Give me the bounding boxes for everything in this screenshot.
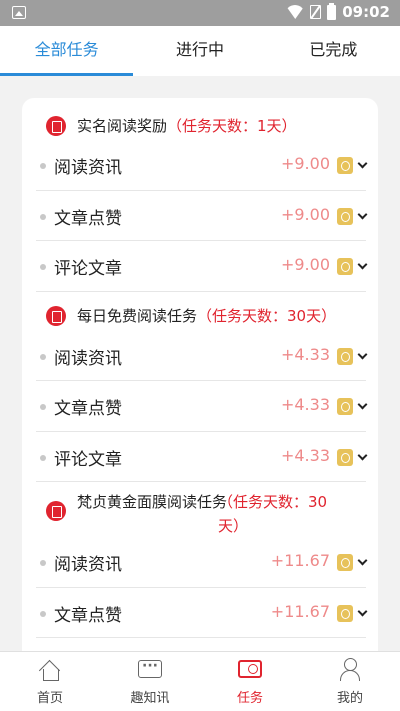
task-label: 文章点赞 bbox=[54, 208, 122, 229]
coin-icon bbox=[337, 554, 353, 571]
coin-icon bbox=[337, 398, 353, 415]
nav-label: 我的 bbox=[336, 691, 363, 706]
task-row[interactable]: 文章点赞 +9.00 bbox=[36, 191, 368, 241]
chevron-down-icon[interactable] bbox=[357, 606, 368, 616]
reward-value: +9.00 bbox=[280, 204, 330, 224]
task-group-title: 每日免费阅读任务 bbox=[77, 306, 198, 325]
coin-icon bbox=[337, 207, 353, 225]
task-days: （任务天数：1天） bbox=[167, 117, 297, 135]
no-sim-icon bbox=[310, 5, 322, 19]
battery-icon bbox=[327, 2, 337, 20]
task-row[interactable]: 阅读资讯 +4.33 bbox=[36, 331, 368, 381]
bullet-dot bbox=[40, 353, 46, 360]
chevron-down-icon[interactable] bbox=[357, 209, 368, 219]
reward-value: +4.33 bbox=[280, 395, 330, 414]
nav-label: 首页 bbox=[36, 691, 63, 706]
task-icon bbox=[238, 660, 262, 678]
task-row[interactable]: 评论文章 +9.00 bbox=[36, 241, 368, 292]
clipboard-icon bbox=[46, 116, 66, 136]
status-time: 09:02 bbox=[342, 3, 390, 21]
task-label: 阅读资讯 bbox=[54, 555, 122, 575]
coin-icon bbox=[337, 604, 353, 622]
bullet-dot bbox=[40, 404, 46, 410]
task-label: 评论文章 bbox=[54, 259, 122, 279]
task-row[interactable]: 文章点赞 +4.33 bbox=[36, 381, 368, 432]
clipboard-icon bbox=[46, 501, 66, 521]
coin-icon bbox=[337, 258, 353, 275]
task-group-title: 梵贞黄金面膜阅读任务 bbox=[77, 493, 228, 511]
home-icon bbox=[40, 660, 60, 681]
task-group-header: 梵贞黄金面膜阅读任务 （任务天数：30天） bbox=[22, 482, 378, 537]
chat-icon bbox=[138, 658, 162, 678]
task-label: 阅读资讯 bbox=[54, 348, 122, 369]
chevron-down-icon[interactable] bbox=[357, 555, 368, 566]
reward-value: +11.67 bbox=[270, 601, 330, 621]
active-tab-indicator bbox=[0, 73, 133, 76]
coin-icon bbox=[337, 157, 353, 174]
task-label: 文章点赞 bbox=[54, 605, 122, 626]
bullet-dot bbox=[40, 213, 46, 220]
bullet-dot bbox=[40, 610, 46, 617]
nav-news[interactable]: 趣知讯 bbox=[100, 652, 200, 711]
nav-home[interactable]: 首页 bbox=[0, 652, 100, 711]
task-tabs: 全部任务 进行中 已完成 bbox=[0, 26, 400, 76]
nav-label: 任务 bbox=[236, 691, 263, 706]
chevron-down-icon[interactable] bbox=[357, 259, 368, 270]
tab-completed[interactable]: 已完成 bbox=[267, 26, 400, 76]
task-days: （任务天数：30天） bbox=[197, 306, 337, 325]
task-row[interactable]: 阅读资讯 +9.00 bbox=[36, 140, 368, 191]
image-notification-icon bbox=[12, 6, 26, 19]
task-group-title: 实名阅读奖励 bbox=[77, 117, 168, 135]
wifi-icon bbox=[286, 5, 304, 19]
status-right: 09:02 bbox=[286, 2, 390, 21]
coin-icon bbox=[337, 347, 353, 365]
reward-value: +9.00 bbox=[280, 154, 330, 173]
chevron-down-icon[interactable] bbox=[357, 399, 368, 410]
clipboard-icon bbox=[46, 305, 66, 326]
task-label: 评论文章 bbox=[54, 449, 122, 470]
bullet-dot bbox=[40, 264, 46, 270]
reward-value: +4.33 bbox=[280, 344, 330, 364]
status-bar: 09:02 bbox=[0, 0, 400, 26]
chevron-down-icon[interactable] bbox=[357, 158, 368, 169]
task-row[interactable]: 阅读资讯 +11.67 bbox=[36, 537, 368, 588]
tab-in-progress[interactable]: 进行中 bbox=[133, 26, 266, 76]
task-group-header: 实名阅读奖励（任务天数：1天） bbox=[22, 98, 378, 140]
task-row[interactable]: 文章点赞 +11.67 bbox=[36, 588, 368, 638]
bottom-navigation: 首页 趣知讯 任务 我的 bbox=[0, 651, 400, 711]
nav-tasks[interactable]: 任务 bbox=[200, 652, 300, 711]
task-row[interactable]: 评论文章 +4.33 bbox=[36, 432, 368, 482]
task-days: （任务天数：30天） bbox=[218, 493, 328, 535]
bullet-dot bbox=[40, 560, 46, 566]
nav-label: 趣知讯 bbox=[130, 691, 170, 706]
task-label: 阅读资讯 bbox=[54, 158, 122, 178]
chevron-down-icon[interactable] bbox=[357, 450, 368, 460]
user-icon bbox=[339, 658, 361, 682]
coin-icon bbox=[337, 448, 353, 466]
bullet-dot bbox=[40, 454, 46, 461]
nav-profile[interactable]: 我的 bbox=[300, 652, 400, 711]
task-list-card: 实名阅读奖励（任务天数：1天） 阅读资讯 +9.00 文章点赞 +9.00 评论… bbox=[22, 98, 378, 698]
reward-value: +9.00 bbox=[280, 255, 330, 274]
task-label: 文章点赞 bbox=[54, 399, 122, 419]
reward-value: +11.67 bbox=[270, 551, 330, 570]
task-group-header: 每日免费阅读任务（任务天数：30天） bbox=[22, 292, 378, 331]
chevron-down-icon[interactable] bbox=[357, 349, 368, 359]
tab-all-tasks[interactable]: 全部任务 bbox=[0, 26, 133, 76]
bullet-dot bbox=[40, 163, 46, 169]
reward-value: +4.33 bbox=[280, 445, 330, 465]
